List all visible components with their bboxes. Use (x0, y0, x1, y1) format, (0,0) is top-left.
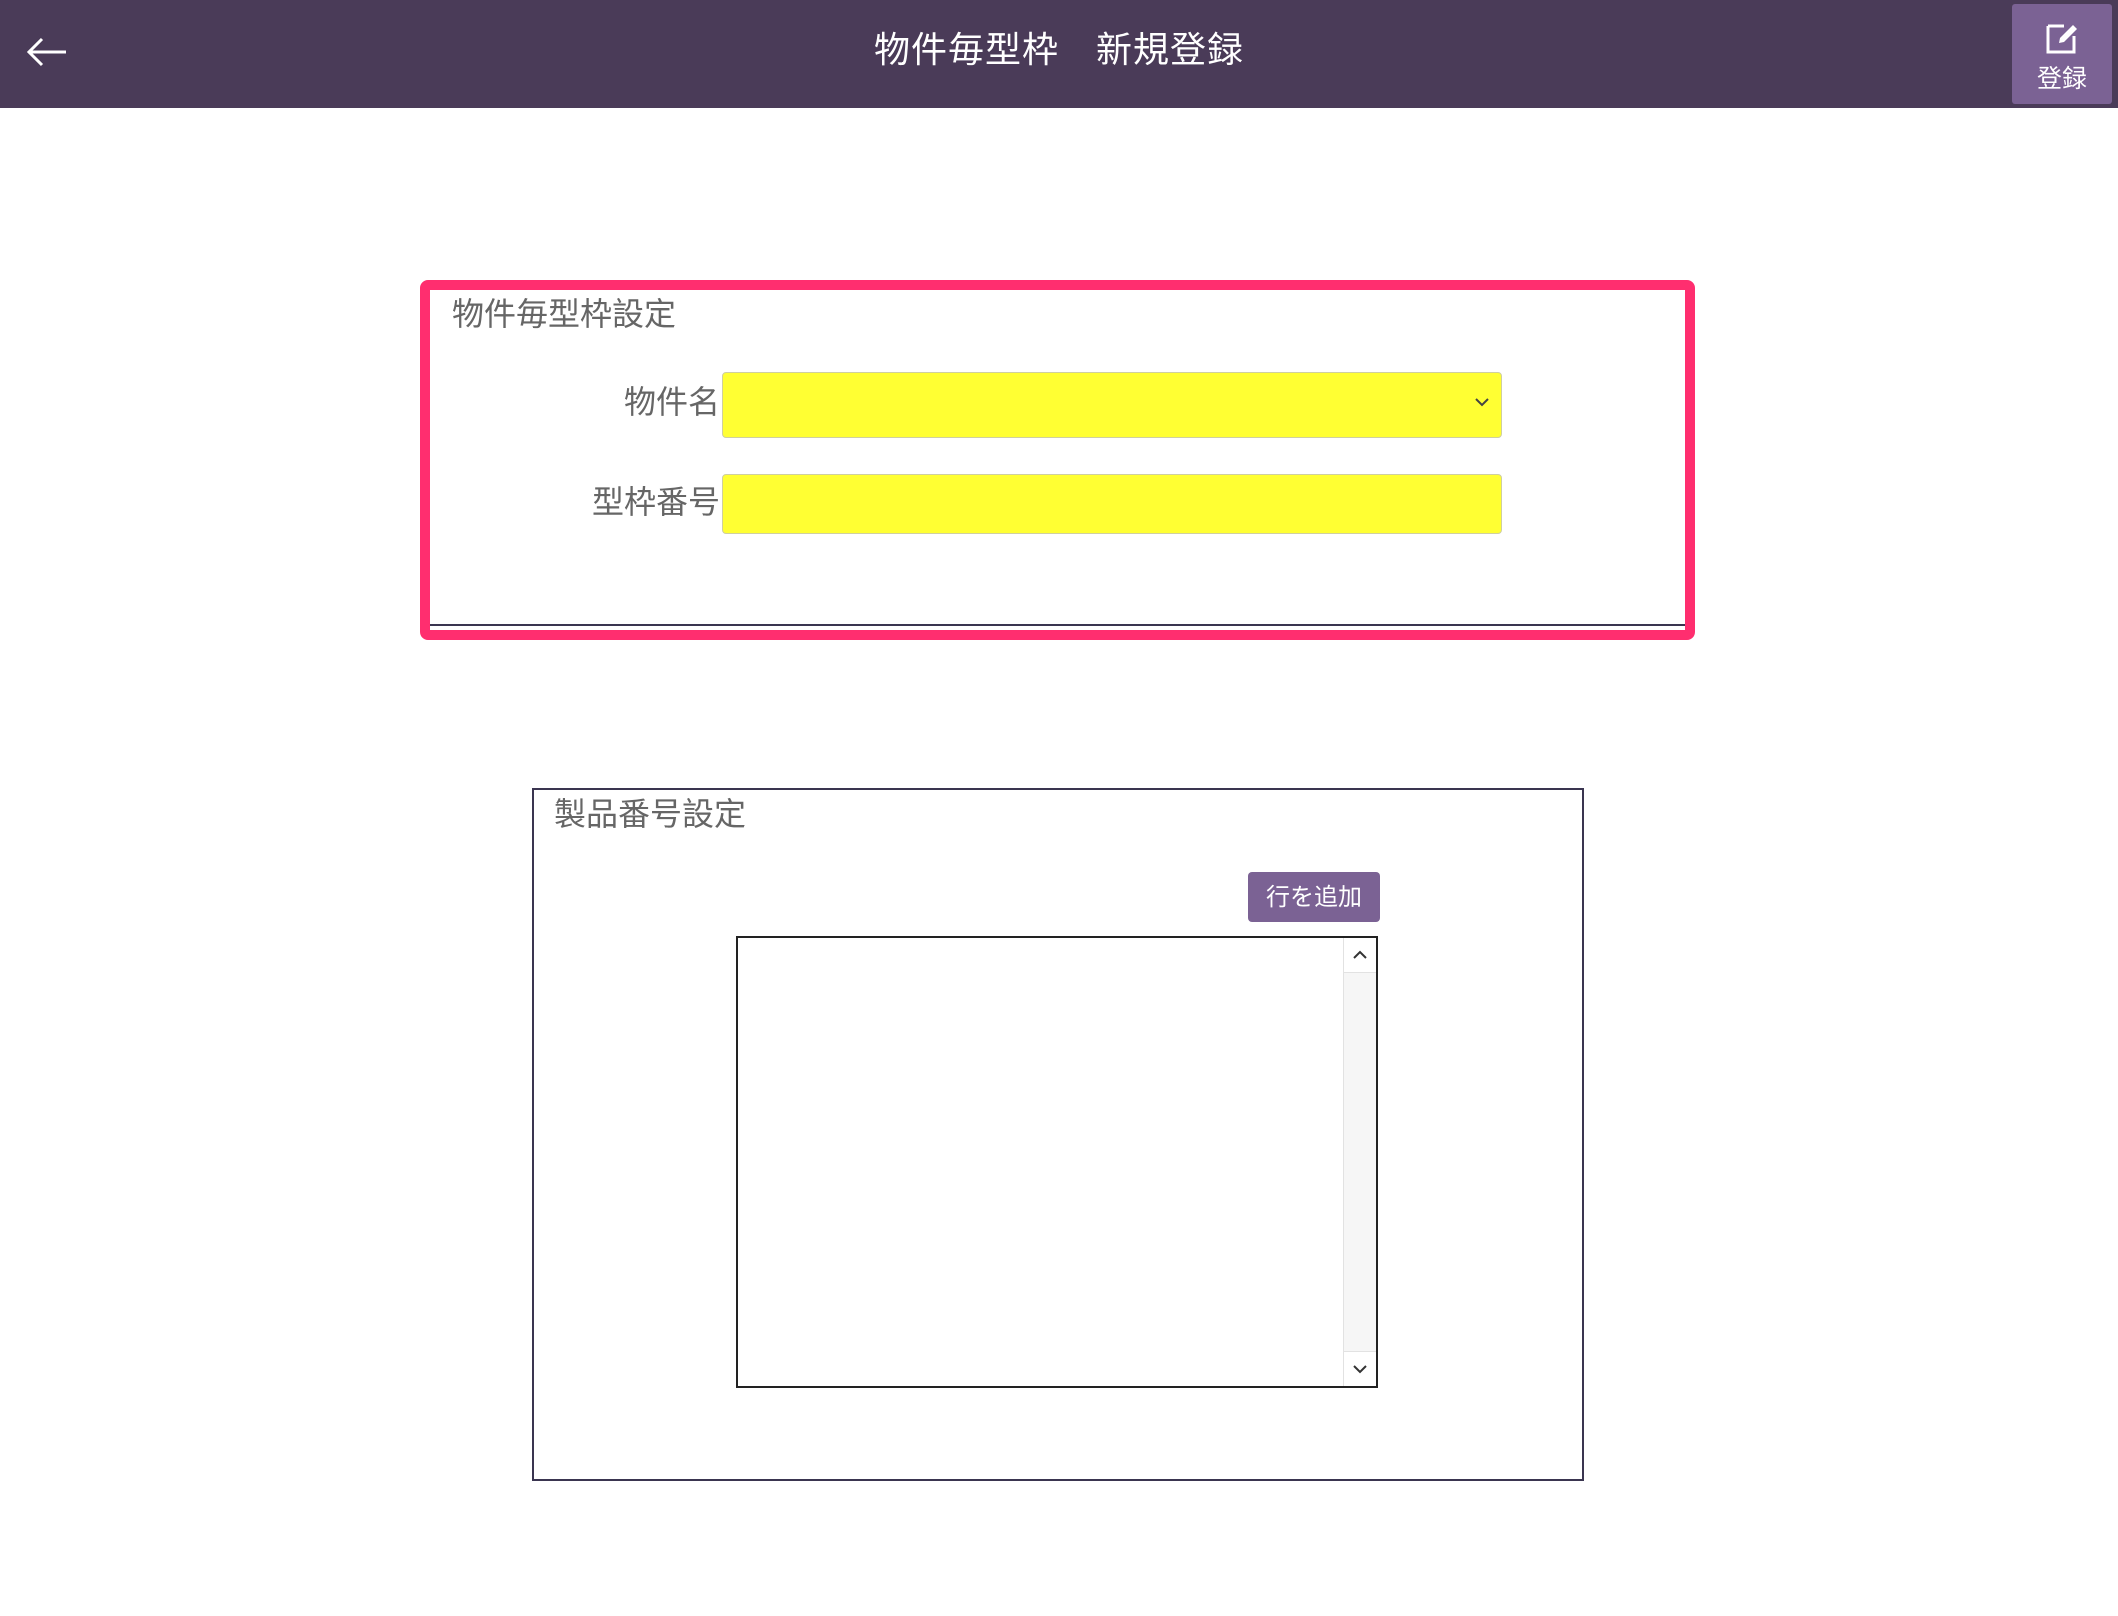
register-label: 登録 (2036, 64, 2087, 93)
mold-number-input[interactable] (722, 474, 1502, 534)
property-name-select[interactable] (722, 372, 1502, 438)
add-row-button[interactable]: 行を追加 (1248, 872, 1380, 922)
page: 物件毎型枠 新規登録 登録 物件毎型枠設定 物件名 型枠番号 製品番号設定 行を… (0, 0, 2118, 1616)
product-number-section: 製品番号設定 行を追加 (532, 788, 1584, 1481)
scroll-down-button[interactable] (1344, 1351, 1376, 1386)
mold-settings-section: 物件毎型枠設定 物件名 型枠番号 (430, 290, 1685, 626)
chevron-down-icon (1475, 398, 1489, 407)
product-number-title: 製品番号設定 (554, 795, 747, 833)
mold-number-label: 型枠番号 (591, 483, 720, 521)
product-number-list[interactable] (736, 936, 1378, 1388)
header-bar: 物件毎型枠 新規登録 登録 (0, 0, 2118, 108)
edit-icon (2046, 24, 2077, 54)
scroll-up-button[interactable] (1344, 938, 1376, 973)
list-scrollbar[interactable] (1343, 938, 1376, 1386)
chevron-down-icon (1353, 1365, 1367, 1374)
register-button[interactable]: 登録 (2012, 4, 2112, 104)
chevron-up-icon (1353, 950, 1367, 959)
mold-settings-title: 物件毎型枠設定 (452, 295, 677, 333)
property-name-label: 物件名 (623, 383, 720, 421)
page-title: 物件毎型枠 新規登録 (873, 30, 1244, 71)
